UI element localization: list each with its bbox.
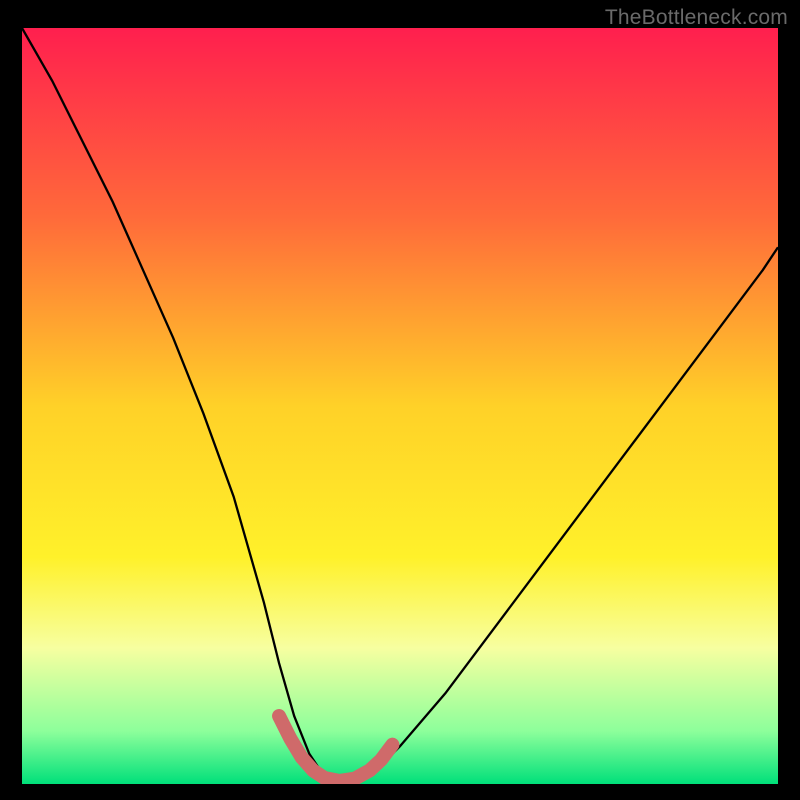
chart-frame: TheBottleneck.com xyxy=(0,0,800,800)
bottleneck-chart xyxy=(22,28,778,784)
watermark-text: TheBottleneck.com xyxy=(605,6,788,30)
chart-background xyxy=(22,28,778,784)
